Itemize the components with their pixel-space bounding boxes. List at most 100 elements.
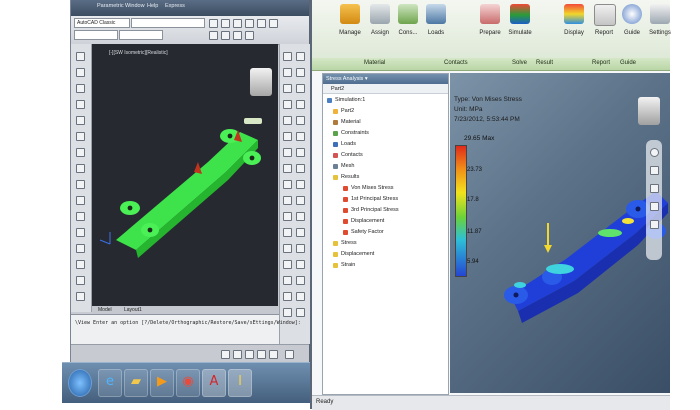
erase-tool-icon[interactable] (283, 52, 292, 61)
tree-item[interactable]: Part2 (341, 108, 354, 114)
status-icon[interactable] (257, 350, 266, 359)
tree-item[interactable]: Constraints (341, 130, 369, 136)
command-line[interactable]: \View Enter an option [?/Delete/Orthogra… (71, 314, 301, 345)
extend-tool-icon[interactable] (283, 132, 292, 141)
point-tool-icon[interactable] (76, 212, 85, 221)
simulate-button[interactable]: Simulate (506, 4, 534, 40)
menu-help[interactable]: Help (147, 3, 158, 9)
browser-part-row[interactable]: Part2 (323, 84, 448, 94)
steering-wheel-icon[interactable] (650, 148, 659, 157)
stretch-tool-icon[interactable] (283, 116, 292, 125)
break-tool-icon[interactable] (296, 132, 305, 141)
toolbar-icon[interactable] (245, 31, 254, 40)
mtext-tool-icon[interactable] (76, 276, 85, 285)
tree-item[interactable]: Safety Factor (351, 229, 384, 235)
toolbar-icon[interactable] (221, 19, 230, 28)
tree-item[interactable]: 3rd Principal Stress (351, 207, 399, 213)
misc-tool-icon[interactable] (283, 308, 292, 317)
viewcube-icon[interactable] (638, 97, 660, 125)
table-tool-icon[interactable] (76, 244, 85, 253)
polyline-tool-icon[interactable] (76, 68, 85, 77)
ellipse-tool-icon[interactable] (76, 164, 85, 173)
dimension-tool-icon[interactable] (283, 180, 292, 189)
status-icon[interactable] (245, 350, 254, 359)
toolbar-icon[interactable] (269, 19, 278, 28)
viewport-label[interactable]: [-][SW Isometric][Realistic] (109, 50, 168, 56)
workspace-combo[interactable]: AutoCAD Classic (74, 18, 130, 28)
linetype-combo[interactable] (119, 30, 163, 40)
zoom-icon[interactable] (650, 184, 659, 193)
status-icon[interactable] (221, 350, 230, 359)
insert-tool-icon[interactable] (76, 292, 85, 301)
browser-title-bar[interactable]: Stress Analysis ▾ (323, 74, 448, 84)
mirror-tool-icon[interactable] (283, 68, 292, 77)
model-viewport[interactable] (92, 44, 278, 306)
array-tool-icon[interactable] (283, 84, 292, 93)
menu-express[interactable]: Express (165, 3, 185, 9)
layer-tool-icon[interactable] (283, 244, 292, 253)
chamfer-tool-icon[interactable] (296, 148, 305, 157)
hatch-tool-icon[interactable] (76, 180, 85, 189)
circle-tool-icon[interactable] (76, 84, 85, 93)
status-icon[interactable] (233, 350, 242, 359)
pan-icon[interactable] (650, 166, 659, 175)
zoom-tool-icon[interactable] (296, 228, 305, 237)
tree-item[interactable]: Loads (341, 141, 356, 147)
arc-tool-icon[interactable] (76, 100, 85, 109)
block-tool-icon[interactable] (76, 196, 85, 205)
copy-tool-icon[interactable] (296, 52, 305, 61)
orbit-icon[interactable] (650, 202, 659, 211)
loads-button[interactable]: Loads (422, 4, 450, 40)
fillet-tool-icon[interactable] (283, 164, 292, 173)
media-player-icon[interactable]: ▶ (150, 369, 174, 397)
toolbar-icon[interactable] (245, 19, 254, 28)
ucs-tool-icon[interactable] (296, 292, 305, 301)
line-tool-icon[interactable] (76, 52, 85, 61)
region-tool-icon[interactable] (76, 228, 85, 237)
tree-item[interactable]: Von Mises Stress (351, 185, 394, 191)
toolbar-icon[interactable] (233, 19, 242, 28)
render-tool-icon[interactable] (283, 260, 292, 269)
tab-layout1[interactable]: Layout1 (124, 307, 142, 313)
chrome-icon[interactable]: ◉ (176, 369, 200, 397)
toolbar-icon[interactable] (233, 31, 242, 40)
misc-tool-icon[interactable] (296, 308, 305, 317)
toolbar-icon[interactable] (221, 31, 230, 40)
toolbar-icon[interactable] (257, 19, 266, 28)
tree-item[interactable]: Strain (341, 262, 355, 268)
internet-explorer-icon[interactable]: e (98, 369, 122, 397)
inventor-app-icon[interactable]: I (228, 369, 252, 397)
tab-model[interactable]: Model (98, 307, 112, 313)
tree-item[interactable]: Results (341, 174, 359, 180)
properties-tool-icon[interactable] (296, 244, 305, 253)
offset-tool-icon[interactable] (296, 68, 305, 77)
render-tool-icon[interactable] (296, 260, 305, 269)
windows-start-icon[interactable] (68, 369, 92, 397)
tree-item[interactable]: 1st Principal Stress (351, 196, 398, 202)
view-tool-icon[interactable] (283, 196, 292, 205)
text-tool-icon[interactable] (76, 260, 85, 269)
ucs-tool-icon[interactable] (283, 292, 292, 301)
file-explorer-icon[interactable]: ▰ (124, 369, 148, 397)
solid-tool-icon[interactable] (296, 276, 305, 285)
join-tool-icon[interactable] (283, 148, 292, 157)
toolbar-icon[interactable] (209, 19, 218, 28)
settings-button[interactable]: Settings (646, 4, 674, 40)
menu-parametric[interactable]: Parametric (97, 3, 124, 9)
status-icon[interactable] (269, 350, 278, 359)
viewcube-icon[interactable] (250, 68, 272, 96)
scale-tool-icon[interactable] (296, 100, 305, 109)
solid-tool-icon[interactable] (283, 276, 292, 285)
autocad-app-icon[interactable]: A (202, 369, 226, 397)
style-combo[interactable] (74, 30, 118, 40)
tree-item[interactable]: Material (341, 119, 361, 125)
status-icon[interactable] (285, 350, 294, 359)
pan-tool-icon[interactable] (296, 212, 305, 221)
dimension-tool-icon[interactable] (296, 180, 305, 189)
rectangle-tool-icon[interactable] (76, 116, 85, 125)
rotate-tool-icon[interactable] (283, 100, 292, 109)
stress-result-viewport[interactable]: Type: Von Mises Stress Unit: MPa 7/23/20… (450, 73, 670, 393)
tree-item[interactable]: Contacts (341, 152, 363, 158)
toolbar-icon[interactable] (209, 31, 218, 40)
layer-combo[interactable] (131, 18, 205, 28)
